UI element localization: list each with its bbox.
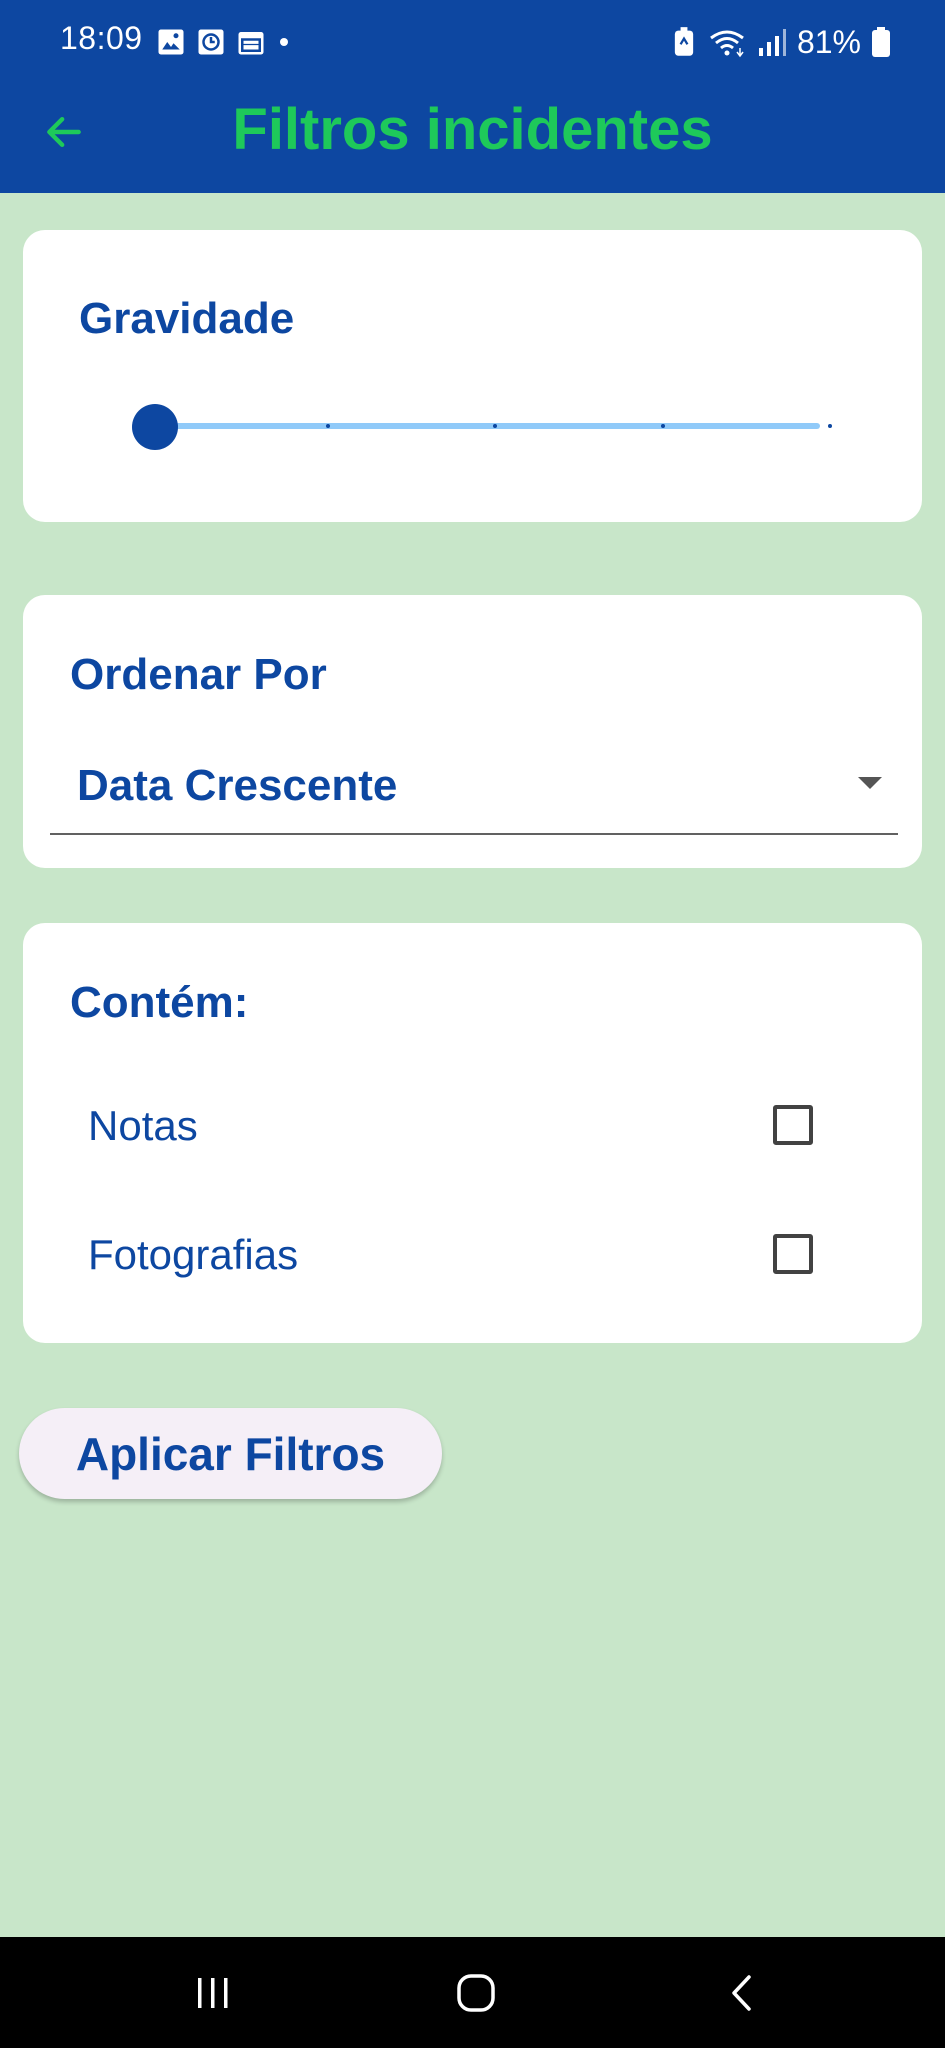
fotografias-checkbox[interactable]	[773, 1234, 813, 1274]
app-bar: Filtros incidentes	[0, 84, 945, 193]
checkbox-row-fotografias[interactable]: Fotografias	[23, 1203, 922, 1303]
nav-back-button[interactable]	[712, 1965, 772, 2021]
contains-title: Contém:	[70, 978, 249, 1027]
order-selected-value: Data Crescente	[77, 761, 398, 810]
header: 18:09 81% Filtros incidentes	[0, 0, 945, 193]
order-title: Ordenar Por	[70, 650, 327, 699]
wifi-icon	[710, 30, 744, 58]
home-icon	[457, 1974, 495, 2012]
slider-track	[136, 423, 820, 429]
checkbox-label: Fotografias	[88, 1231, 299, 1278]
checkbox-row-notas[interactable]: Notas	[23, 1074, 922, 1174]
gravity-card: Gravidade	[23, 230, 922, 522]
battery-percent: 81%	[796, 23, 861, 60]
apply-filters-button[interactable]: Aplicar Filtros	[19, 1408, 442, 1499]
dropdown-arrow-icon	[858, 777, 882, 789]
order-card: Ordenar Por Data Crescente	[23, 595, 922, 868]
checkbox-label: Notas	[88, 1102, 198, 1149]
gravity-title: Gravidade	[79, 294, 295, 343]
status-icons-right: 81%	[671, 22, 891, 62]
notas-checkbox[interactable]	[773, 1105, 813, 1145]
status-bar: 18:09 81%	[0, 0, 945, 84]
battery-saver-icon	[674, 27, 694, 56]
clock-icon	[198, 29, 224, 55]
notification-dot-icon	[280, 38, 288, 46]
slider-tick	[493, 424, 497, 428]
calendar-icon	[238, 32, 264, 55]
recent-apps-button[interactable]	[183, 1965, 243, 2021]
gravity-slider[interactable]	[108, 402, 848, 450]
contains-card: Contém: Notas Fotografias	[23, 923, 922, 1343]
home-button[interactable]	[446, 1965, 506, 2021]
slider-tick	[828, 424, 832, 428]
signal-icon	[758, 29, 786, 56]
slider-tick	[661, 424, 665, 428]
slider-thumb[interactable]	[132, 404, 178, 450]
gallery-icon	[158, 29, 184, 55]
battery-icon	[872, 27, 890, 57]
slider-tick	[326, 424, 330, 428]
status-icons-left	[156, 26, 292, 58]
back-icon	[732, 1975, 751, 2011]
status-time: 18:09	[60, 20, 143, 56]
recent-apps-icon	[198, 1978, 228, 2008]
nav-bar	[0, 1937, 945, 2048]
order-dropdown[interactable]: Data Crescente	[50, 743, 898, 835]
page-title: Filtros incidentes	[232, 97, 713, 162]
